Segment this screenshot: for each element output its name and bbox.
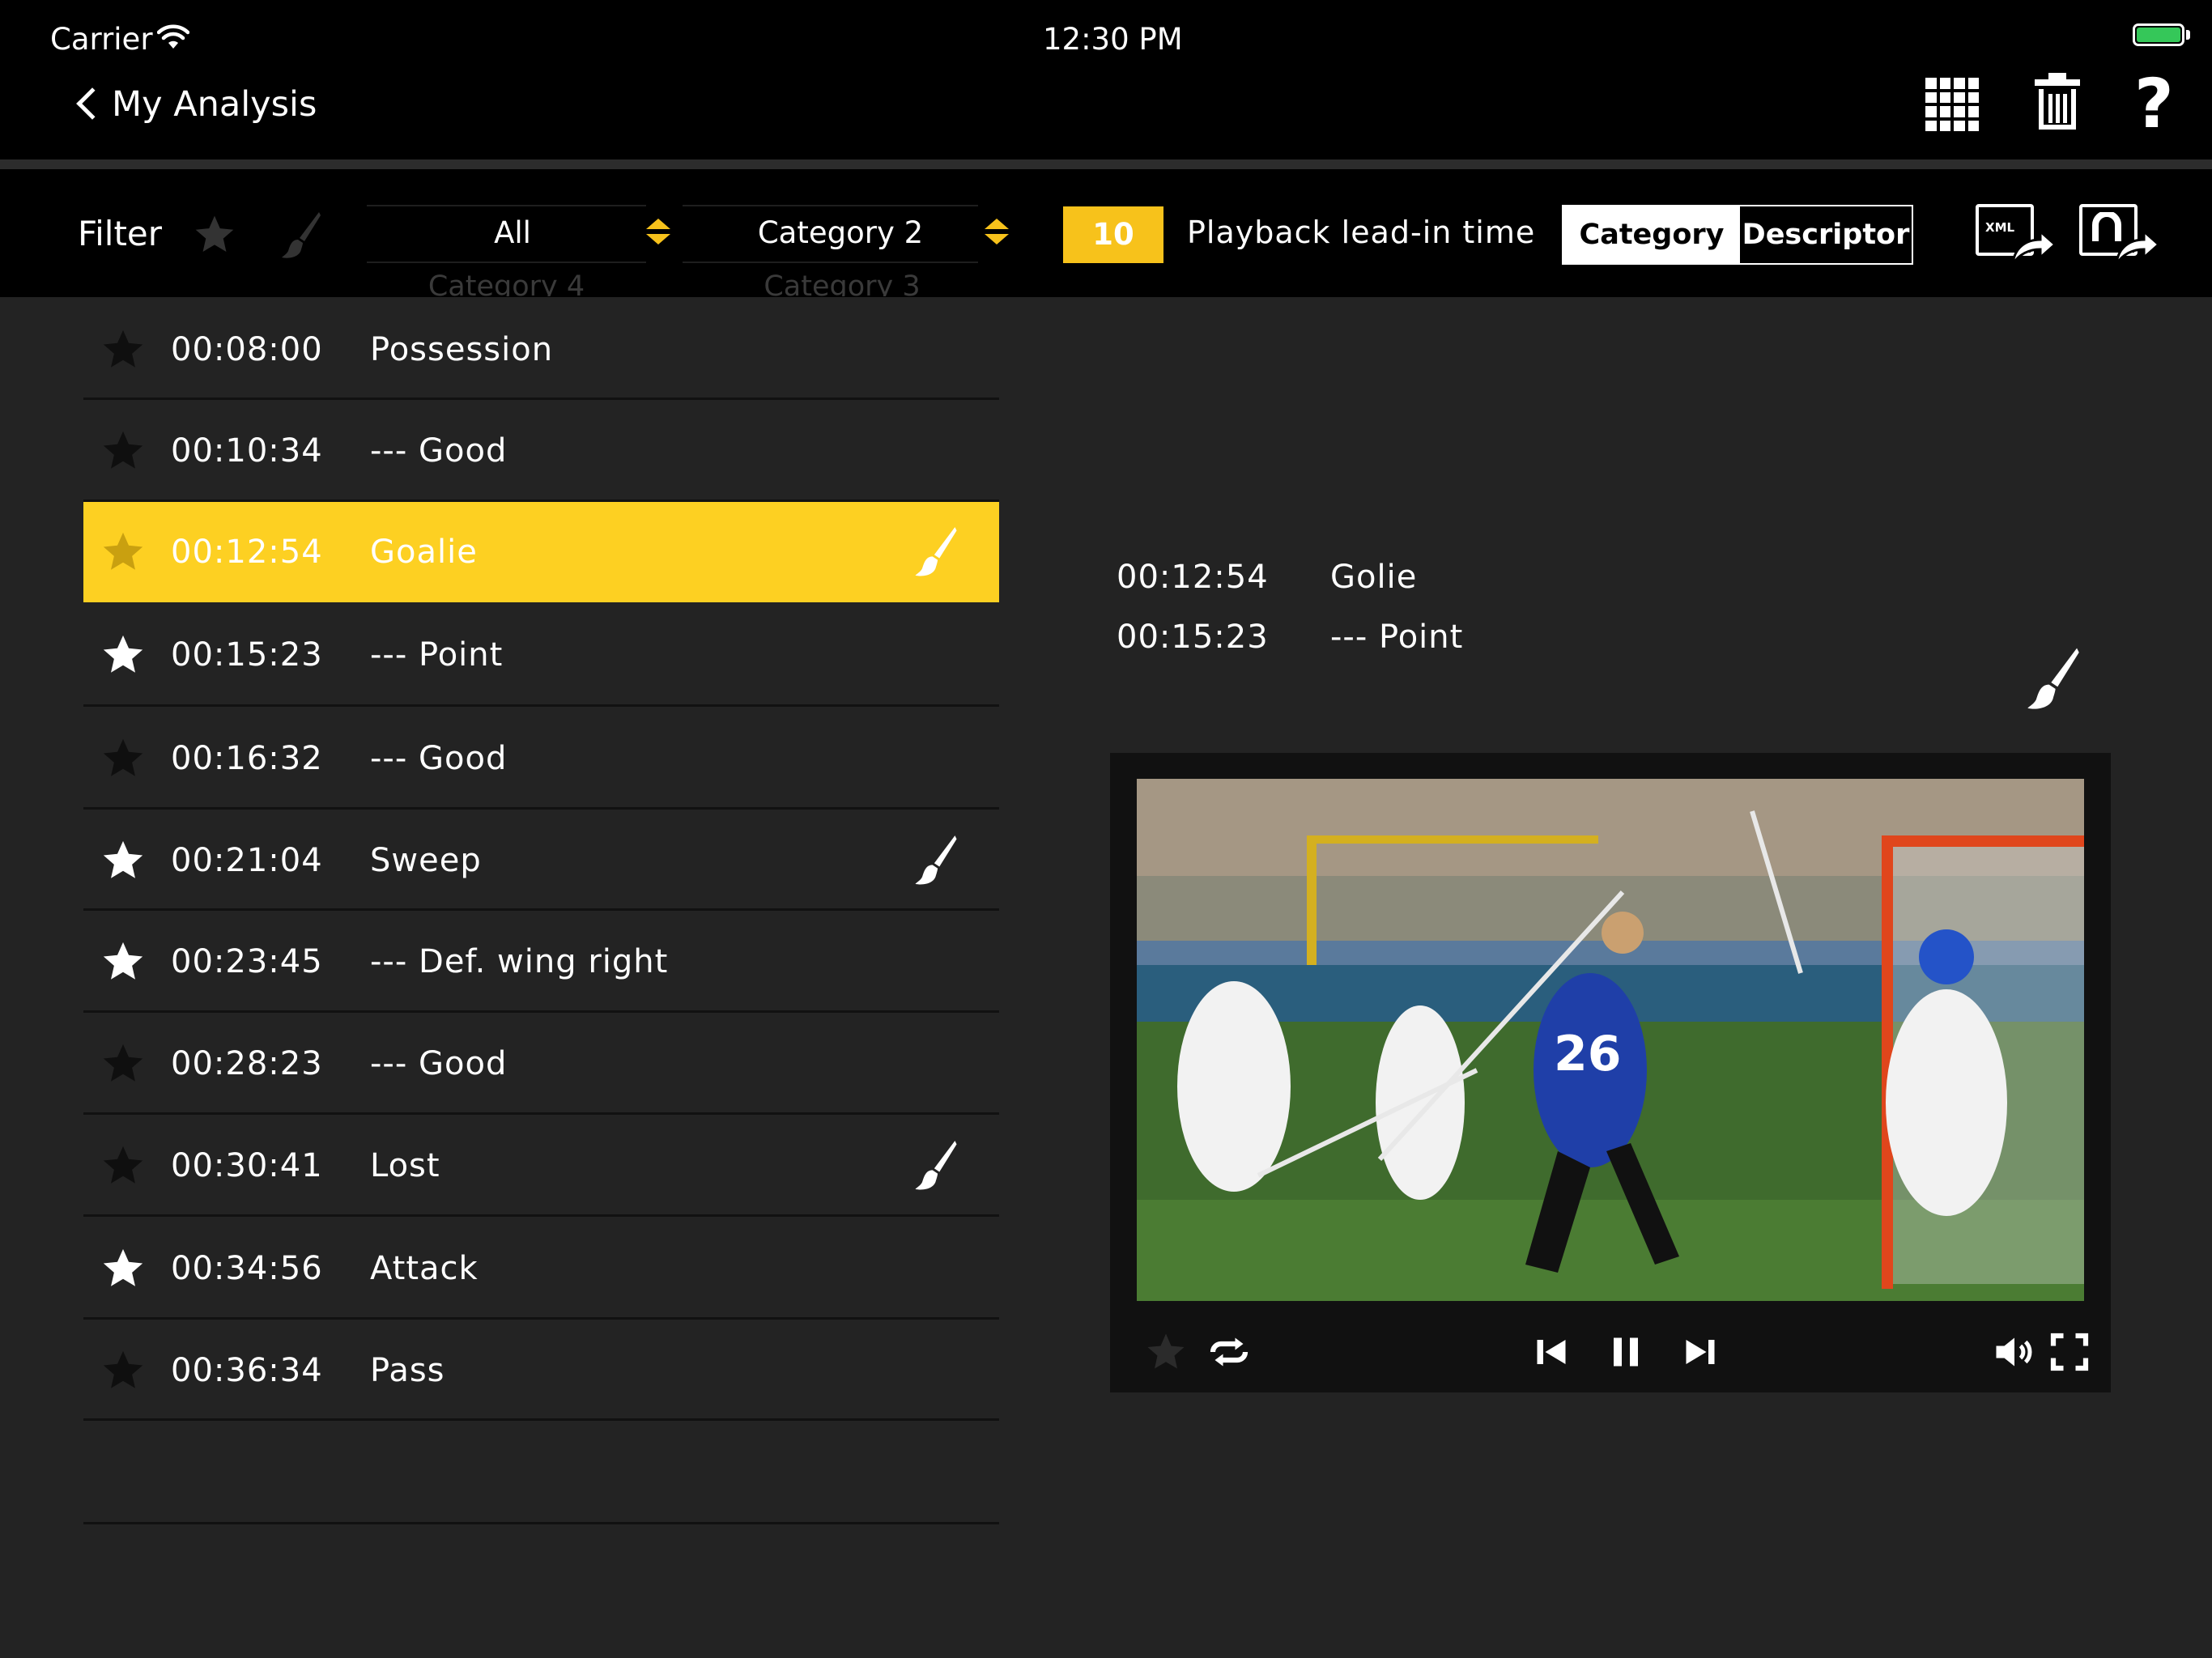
list-item[interactable]: 00:15:23 --- Point (83, 603, 999, 707)
star-icon[interactable] (100, 631, 147, 678)
annotate-brush-icon[interactable] (2024, 646, 2082, 712)
category-picker-2[interactable]: Category 2 (683, 202, 978, 267)
filter-brush-icon[interactable] (280, 210, 322, 261)
event-label: Sweep (370, 841, 482, 879)
battery-nub (2186, 30, 2190, 40)
star-icon[interactable] (100, 1040, 147, 1087)
segment-descriptor[interactable]: Descriptor (1740, 206, 1912, 263)
event-time: 00:15:23 (171, 636, 323, 674)
carrier-label: Carrier (50, 22, 153, 57)
next-icon[interactable] (1676, 1328, 1725, 1376)
row-divider (83, 1418, 999, 1421)
category-picker-1[interactable]: All (367, 202, 646, 267)
list-item-selected[interactable]: 00:12:54 Goalie (83, 502, 999, 602)
event-label: Attack (370, 1249, 479, 1287)
event-time: 00:34:56 (171, 1249, 323, 1287)
chevron-left-icon (76, 87, 108, 120)
help-icon[interactable]: ? (2134, 70, 2174, 138)
picker-1-selected: All (494, 215, 531, 250)
pause-icon[interactable] (1602, 1328, 1650, 1376)
event-time: 00:10:34 (171, 432, 323, 470)
jersey-number: 26 (1554, 1026, 1622, 1082)
event-time: 00:30:41 (171, 1147, 323, 1184)
event-label: Lost (370, 1147, 440, 1184)
volume-icon[interactable] (1990, 1328, 2039, 1376)
event-label: Possession (370, 331, 554, 368)
sort-arrows-icon[interactable] (985, 219, 1009, 248)
star-icon[interactable] (100, 735, 147, 782)
star-icon[interactable] (1142, 1328, 1190, 1376)
event-time: 00:12:54 (171, 534, 323, 571)
list-item[interactable]: 00:23:45 --- Def. wing right (83, 911, 999, 1013)
star-icon[interactable] (100, 837, 147, 884)
filter-label: Filter (78, 214, 163, 253)
top-bar-divider (0, 159, 2212, 169)
list-item[interactable]: 00:16:32 --- Good (83, 707, 999, 810)
sort-arrows-icon[interactable] (646, 219, 670, 248)
star-icon[interactable] (100, 938, 147, 985)
event-label: --- Good (370, 432, 508, 470)
back-label: My Analysis (112, 84, 317, 125)
clock: 12:30 PM (1043, 22, 1183, 57)
previous-icon[interactable] (1527, 1328, 1576, 1376)
battery-icon (2133, 23, 2184, 46)
event-label: Goalie (370, 534, 478, 571)
back-button[interactable]: My Analysis (71, 81, 347, 130)
detail-label-1: Golie (1330, 559, 1418, 596)
trash-icon[interactable] (2035, 73, 2080, 131)
wifi-icon (157, 24, 189, 49)
star-icon[interactable] (100, 529, 147, 576)
category-descriptor-toggle: Category Descriptor (1562, 205, 1913, 265)
event-time: 00:36:34 (171, 1351, 323, 1389)
star-icon[interactable] (100, 427, 147, 474)
brush-icon[interactable] (913, 525, 959, 579)
star-icon[interactable] (100, 326, 147, 373)
list-item[interactable]: 00:34:56 Attack (83, 1217, 999, 1320)
event-label: --- Point (370, 636, 504, 674)
brush-icon[interactable] (913, 1139, 959, 1192)
segment-category[interactable]: Category (1563, 206, 1740, 263)
event-time: 00:08:00 (171, 331, 323, 368)
filter-star-icon[interactable] (191, 212, 238, 257)
list-item[interactable]: 00:28:23 --- Good (83, 1013, 999, 1115)
xml-export-icon[interactable]: XML (1976, 204, 2057, 269)
list-item[interactable]: 00:08:00 Possession (83, 300, 999, 400)
star-icon[interactable] (100, 1347, 147, 1394)
detail-time-1: 00:12:54 (1117, 559, 1269, 596)
grid-icon[interactable] (1925, 78, 1979, 131)
event-label: --- Good (370, 1045, 508, 1082)
loop-icon[interactable] (1205, 1328, 1253, 1376)
star-icon[interactable] (100, 1142, 147, 1189)
detail-time-2: 00:15:23 (1117, 619, 1269, 656)
event-time: 00:16:32 (171, 739, 323, 777)
star-icon[interactable] (100, 1245, 147, 1292)
lead-in-input[interactable]: 10 (1063, 206, 1163, 263)
event-label: Pass (370, 1351, 445, 1389)
detail-label-2: --- Point (1330, 619, 1464, 656)
list-item[interactable]: 00:30:41 Lost (83, 1115, 999, 1217)
event-time: 00:21:04 (171, 841, 323, 879)
list-item[interactable]: 00:10:34 --- Good (83, 400, 999, 502)
picker-2-ghost: Category 3 (764, 270, 921, 296)
list-item[interactable]: 00:21:04 Sweep (83, 810, 999, 911)
list-end-divider (83, 1522, 999, 1524)
video-frame-image[interactable]: 26 (1137, 779, 2084, 1301)
lead-in-label: Playback lead-in time (1187, 215, 1536, 250)
share-export-icon[interactable] (2079, 204, 2160, 269)
event-time: 00:28:23 (171, 1045, 323, 1082)
fullscreen-icon[interactable] (2045, 1328, 2094, 1376)
picker-2-selected: Category 2 (757, 215, 924, 250)
picker-1-ghost: Category 4 (428, 270, 585, 296)
brush-icon[interactable] (913, 834, 959, 887)
list-item[interactable]: 00:36:34 Pass (83, 1320, 999, 1421)
event-label: --- Good (370, 739, 508, 777)
event-time: 00:23:45 (171, 943, 323, 980)
event-label: --- Def. wing right (370, 943, 669, 980)
